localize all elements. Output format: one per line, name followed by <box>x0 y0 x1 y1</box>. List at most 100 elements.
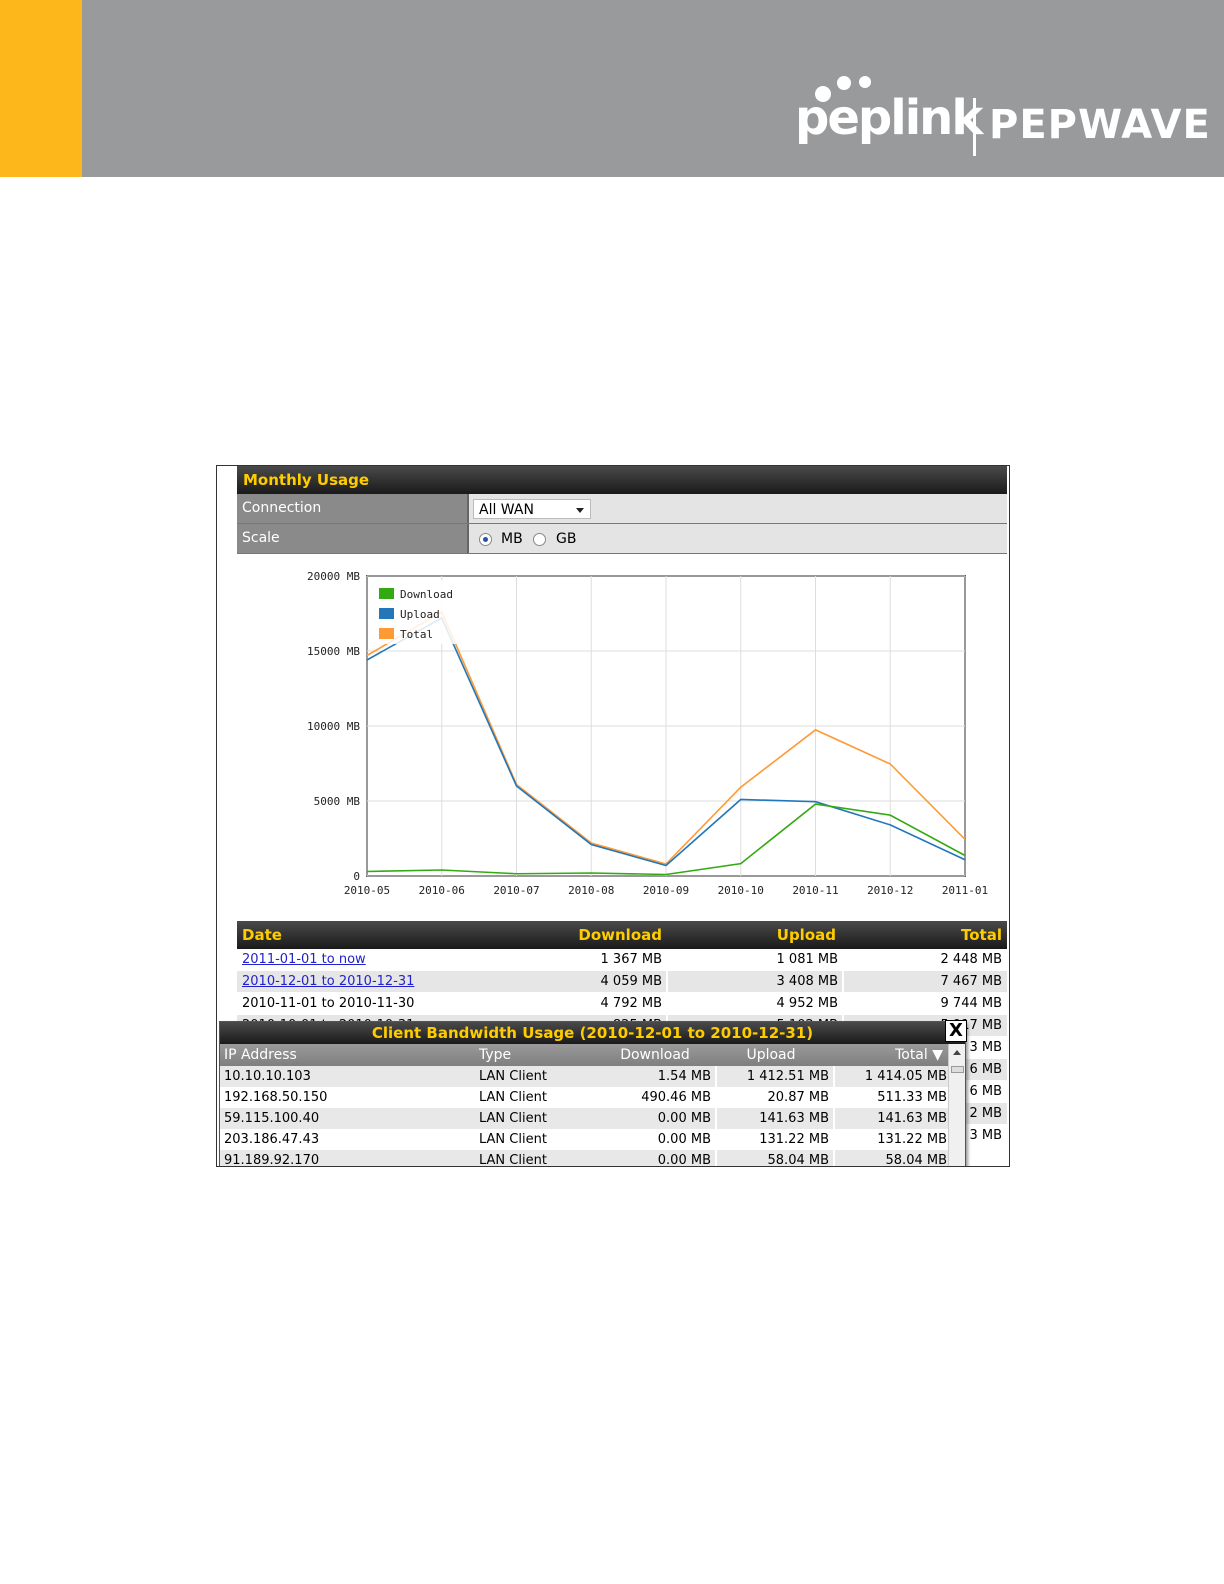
ip-cell: 59.115.100.40 <box>224 1111 320 1126</box>
connection-row: Connection All WAN <box>237 494 1007 524</box>
date-cell: 2010-11-01 to 2010-11-30 <box>242 996 415 1011</box>
type-cell: LAN Client <box>479 1069 547 1084</box>
scale-label: Scale <box>237 524 469 553</box>
brand-peplink: peplink <box>795 90 983 146</box>
total-cell: 2 448 MB <box>842 949 1007 970</box>
download-cell: 0.00 MB <box>657 1132 711 1147</box>
popup-table-header: IP Address Type Download Upload Total ▼ <box>220 1044 965 1066</box>
client-row: 91.189.92.170 LAN Client 0.00 MB 58.04 MB 58… <box>220 1150 965 1167</box>
total-cell: 9 744 MB <box>842 993 1007 1014</box>
connection-select[interactable]: All WAN <box>473 499 591 519</box>
scale-option-gb: GB <box>556 531 577 547</box>
ip-cell: 203.186.47.43 <box>224 1132 320 1147</box>
ip-cell: 91.189.92.170 <box>224 1153 320 1167</box>
scale-option-mb: MB <box>501 531 523 547</box>
brand-logo: peplink PEPWAVE <box>795 72 1210 162</box>
total-cell: 131.22 MB <box>833 1129 951 1150</box>
download-cell: 4 792 MB <box>600 996 662 1011</box>
legend-label: Total <box>400 628 433 641</box>
scale-row: Scale MB GB <box>237 524 1007 554</box>
x-tick-label: 2010-07 <box>493 884 539 897</box>
type-cell: LAN Client <box>479 1153 547 1167</box>
legend-swatch <box>379 628 394 639</box>
panel-title: Monthly Usage <box>237 466 1007 494</box>
screenshot-frame: Monthly Usage Connection All WAN Scale M… <box>216 465 1010 1167</box>
legend-label: Upload <box>400 608 440 621</box>
table-row: 2011-01-01 to now 1 367 MB 1 081 MB 2 448 M… <box>237 949 1007 971</box>
col-total: Total <box>961 926 1002 944</box>
x-tick-label: 2010-05 <box>344 884 390 897</box>
col-upload: Upload <box>776 926 836 944</box>
usage-line-chart: 2010-05 2010-06 2010-07 2010-08 2010-09 2010-… <box>307 570 988 897</box>
scale-radio-gb[interactable] <box>533 533 546 546</box>
download-cell: 490.46 MB <box>641 1090 711 1105</box>
upload-cell: 141.63 MB <box>715 1108 833 1129</box>
col-download: Download <box>578 926 662 944</box>
client-row: 10.10.10.103 LAN Client 1.54 MB 1 412.51 MB… <box>220 1066 965 1087</box>
date-cell[interactable]: 2010-12-01 to 2010-12-31 <box>237 971 492 992</box>
col-type[interactable]: Type <box>479 1044 599 1066</box>
x-tick-label: 2010-08 <box>568 884 614 897</box>
total-cell: 58.04 MB <box>833 1150 951 1166</box>
accent-stripe <box>0 0 82 177</box>
usage-table-header: Date Download Upload Total <box>237 921 1007 949</box>
download-cell: 0.00 MB <box>657 1153 711 1167</box>
client-bandwidth-popup: Client Bandwidth Usage (2010-12-01 to 20… <box>219 1020 967 1167</box>
connection-label: Connection <box>237 494 469 523</box>
upload-cell: 4 952 MB <box>666 993 842 1014</box>
download-cell: 4 059 MB <box>600 974 662 989</box>
scale-radio-mb[interactable] <box>479 533 492 546</box>
chevron-down-icon <box>576 508 584 513</box>
upload-cell: 20.87 MB <box>715 1087 833 1108</box>
client-row: 59.115.100.40 LAN Client 0.00 MB 141.63 MB 1… <box>220 1108 965 1129</box>
y-tick-label: 5000 MB <box>314 795 361 808</box>
x-tick-label: 2010-11 <box>792 884 838 897</box>
col-download[interactable]: Download <box>599 1044 715 1066</box>
col-ip-address[interactable]: IP Address <box>220 1044 479 1066</box>
popup-scrollbar[interactable] <box>948 1044 965 1166</box>
date-range-link[interactable]: 2011-01-01 to now <box>242 952 366 967</box>
upload-cell: 1 412.51 MB <box>715 1066 833 1087</box>
client-row: 203.186.47.43 LAN Client 0.00 MB 131.22 MB 1… <box>220 1129 965 1150</box>
type-cell: LAN Client <box>479 1111 547 1126</box>
scroll-up-icon[interactable] <box>953 1050 961 1055</box>
date-cell[interactable]: 2011-01-01 to now <box>237 949 492 970</box>
popup-title: Client Bandwidth Usage (2010-12-01 to 20… <box>220 1022 965 1044</box>
upload-cell: 1 081 MB <box>666 949 842 970</box>
table-row: 2010-12-01 to 2010-12-31 4 059 MB 3 408 MB… <box>237 971 1007 993</box>
y-tick-label: 15000 MB <box>307 645 360 658</box>
upload-cell: 3 408 MB <box>666 971 842 992</box>
y-tick-label: 10000 MB <box>307 720 360 733</box>
table-row: 2010-11-01 to 2010-11-30 4 792 MB 4 952 MB… <box>237 993 1007 1015</box>
total-cell: 511.33 MB <box>833 1087 951 1108</box>
col-total[interactable]: Total ▼ <box>831 1044 947 1066</box>
col-upload[interactable]: Upload <box>715 1044 831 1066</box>
legend-label: Download <box>400 588 453 601</box>
x-tick-label: 2011-01 <box>942 884 988 897</box>
legend-swatch <box>379 588 394 599</box>
x-tick-label: 2010-09 <box>643 884 689 897</box>
date-range-link[interactable]: 2010-12-01 to 2010-12-31 <box>242 974 414 989</box>
upload-cell: 58.04 MB <box>715 1150 833 1166</box>
legend-swatch <box>379 608 394 619</box>
close-icon[interactable]: X <box>945 1020 967 1042</box>
download-cell: 0.00 MB <box>657 1111 711 1126</box>
download-cell: 1 367 MB <box>600 952 662 967</box>
total-cell: 1 414.05 MB <box>833 1066 951 1087</box>
total-cell: 7 467 MB <box>842 971 1007 992</box>
type-cell: LAN Client <box>479 1132 547 1147</box>
monthly-usage-panel: Monthly Usage Connection All WAN Scale M… <box>237 466 1007 554</box>
client-row: 192.168.50.150 LAN Client 490.46 MB 20.87 M… <box>220 1087 965 1108</box>
ip-cell: 192.168.50.150 <box>224 1090 328 1105</box>
brand-separator <box>973 98 976 156</box>
total-cell: 141.63 MB <box>833 1108 951 1129</box>
brand-pepwave: PEPWAVE <box>989 102 1211 148</box>
x-tick-label: 2010-06 <box>419 884 465 897</box>
download-cell: 1.54 MB <box>657 1069 711 1084</box>
y-tick-label: 20000 MB <box>307 570 360 583</box>
ip-cell: 10.10.10.103 <box>224 1069 311 1084</box>
page-header: peplink PEPWAVE <box>0 0 1224 177</box>
x-tick-label: 2010-12 <box>867 884 913 897</box>
scroll-thumb[interactable] <box>951 1066 964 1073</box>
y-tick-label: 0 <box>353 870 360 883</box>
